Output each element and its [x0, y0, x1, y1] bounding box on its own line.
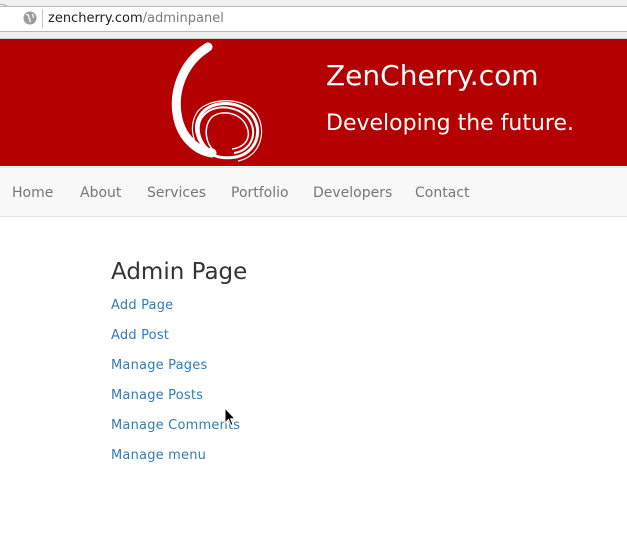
nav-item-developers[interactable]: Developers: [313, 185, 392, 201]
add-post-link[interactable]: Add Post: [111, 328, 169, 344]
manage-comments-link[interactable]: Manage Comments: [111, 418, 240, 434]
nav-item-services[interactable]: Services: [147, 185, 206, 201]
manage-posts-link[interactable]: Manage Posts: [111, 388, 203, 404]
nav-item-about[interactable]: About: [80, 185, 121, 201]
address-bar-separator: [42, 9, 43, 28]
manage-menu-link[interactable]: Manage menu: [111, 448, 206, 464]
main-navbar: Home About Services Portfolio Developers…: [0, 167, 627, 217]
zen-cherry-logo-icon[interactable]: [162, 41, 272, 163]
url-text[interactable]: zencherry.com/adminpanel: [48, 10, 224, 27]
page-title: Admin Page: [111, 259, 248, 285]
url-path: /adminpanel: [142, 11, 224, 26]
browser-toolbar: zencherry.com/adminpanel: [0, 0, 627, 39]
nav-item-contact[interactable]: Contact: [415, 185, 469, 201]
mouse-pointer-icon: [224, 407, 236, 427]
nav-item-portfolio[interactable]: Portfolio: [231, 185, 289, 201]
site-title: ZenCherry.com: [326, 59, 539, 92]
site-tagline: Developing the future.: [326, 111, 575, 136]
nav-item-home[interactable]: Home: [12, 185, 53, 201]
site-header: ZenCherry.com Developing the future.: [0, 39, 627, 166]
manage-pages-link[interactable]: Manage Pages: [111, 358, 207, 374]
globe-icon: [23, 11, 37, 25]
add-page-link[interactable]: Add Page: [111, 298, 173, 314]
url-domain: zencherry.com: [48, 11, 143, 26]
